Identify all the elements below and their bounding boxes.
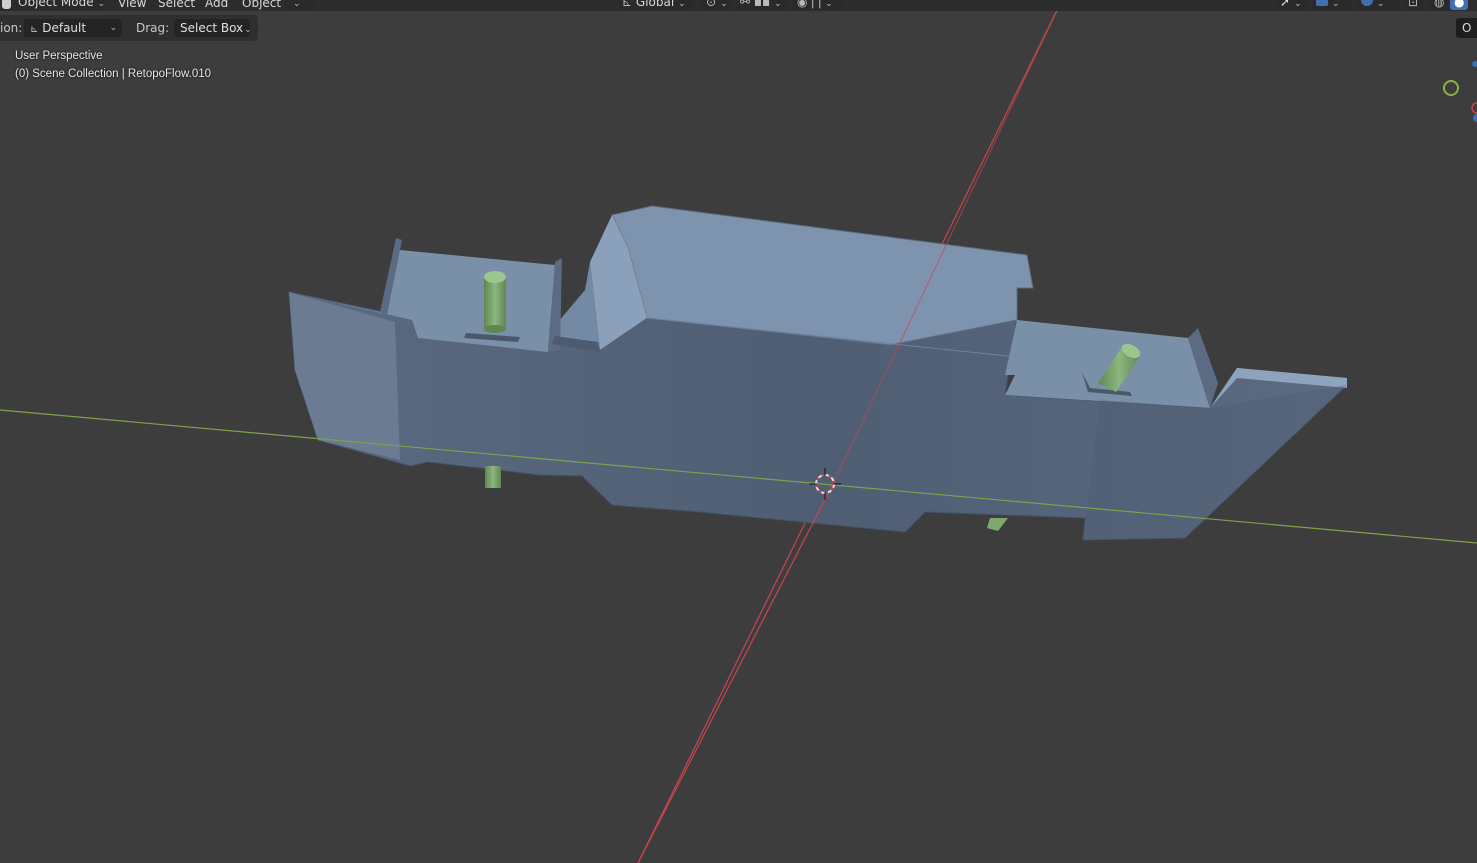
mode-dropdown-label: Object Mode — [18, 0, 94, 9]
menu-object[interactable]: Object — [242, 0, 281, 11]
overlay-icon[interactable]: ⌄ — [1357, 0, 1399, 10]
scene-canvas[interactable] — [0, 0, 1477, 863]
mesh-right-platform — [1005, 320, 1210, 408]
collection-info: (0) Scene Collection | RetopoFlow.010 — [15, 68, 212, 80]
tool-settings-bar: ion: ⊾ Default ⌄ Drag: Select Box⌄ — [0, 15, 258, 41]
viewport-header: Object Mode ⌄ View Select Add Object ⌄ ⊾ … — [0, 0, 1477, 11]
3d-viewport[interactable]: Object Mode ⌄ View Select Add Object ⌄ ⊾ … — [0, 0, 1477, 863]
orientation-dropdown[interactable]: ⊾ Global ⌄ — [618, 0, 694, 10]
sidebar-tab[interactable]: O — [1456, 18, 1477, 38]
proportional-icon[interactable]: ◉ ⋂ ⌄ — [793, 0, 843, 10]
peg-left-top[interactable] — [484, 271, 506, 333]
orientation-icon: ⊾ — [622, 0, 633, 9]
drag-value: Select Box — [180, 21, 244, 35]
snap-icon[interactable]: ⚯ ▪▪ ⌄ — [736, 0, 788, 10]
solid-shading-icon[interactable]: ● — [1450, 0, 1468, 10]
wireframe-shading-icon[interactable]: ◍ — [1430, 0, 1448, 10]
menu-select[interactable]: Select — [158, 0, 195, 11]
orientation-setting-label: ion: — [0, 21, 23, 35]
peg-right-bottom[interactable] — [987, 518, 1008, 531]
orientation-icon: ⊾ — [30, 24, 39, 35]
gizmo-icon[interactable]: ⌄ — [1312, 0, 1352, 10]
orientation-value: Default — [42, 21, 87, 35]
orientation-label: Global — [635, 0, 675, 9]
drag-label: Drag: — [136, 21, 170, 35]
view-name: User Perspective — [15, 50, 103, 62]
xray-icon[interactable]: ⊡ — [1404, 0, 1424, 10]
object-mode-icon[interactable] — [2, 0, 11, 9]
peg-left-bottom[interactable] — [485, 466, 501, 488]
menu-view[interactable]: View — [118, 0, 146, 11]
drag-dropdown[interactable]: Select Box⌄ — [174, 19, 252, 37]
navigation-gizmo-y-icon — [1443, 80, 1459, 96]
select-tool-icon[interactable]: ➚ ⌄ — [1276, 0, 1308, 10]
navigation-gizmo[interactable] — [1443, 61, 1477, 122]
pivot-icon[interactable]: ⊙ ⌄ — [702, 0, 732, 10]
object-tools-dropdown[interactable]: ⌄ — [285, 0, 315, 10]
mode-dropdown[interactable]: Object Mode ⌄ — [14, 0, 105, 10]
transform-orientation-dropdown[interactable]: ⊾ Default ⌄ — [24, 19, 122, 37]
menu-add[interactable]: Add — [205, 0, 228, 11]
